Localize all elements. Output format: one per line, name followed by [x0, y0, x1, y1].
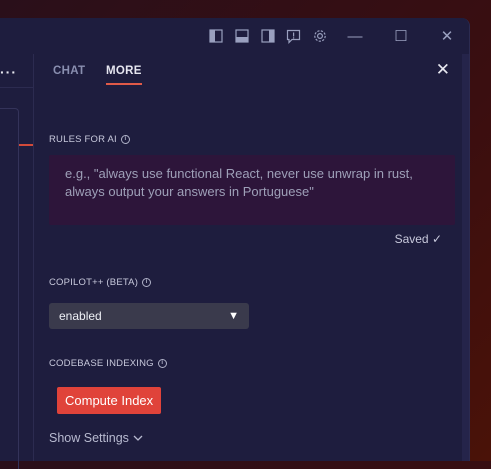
app-window: — ☐ ✕ ··· CHAT MORE ✕ RULES FOR AI i e.g… [0, 18, 470, 469]
info-icon[interactable]: i [120, 135, 130, 144]
minimize-button[interactable]: — [345, 18, 365, 54]
info-icon[interactable]: i [157, 359, 167, 368]
close-window-button[interactable]: ✕ [437, 18, 457, 54]
rules-label-text: RULES FOR AI [49, 134, 117, 145]
active-indicator [19, 144, 33, 146]
divider [0, 87, 33, 88]
copilot-label-text: COPILOT++ (BETA) [49, 277, 139, 288]
tab-more[interactable]: MORE [106, 65, 142, 85]
show-settings-toggle[interactable]: Show Settings [49, 431, 143, 445]
rules-input[interactable]: e.g., "always use functional React, neve… [49, 155, 455, 225]
title-bar: — ☐ ✕ [0, 18, 469, 54]
feedback-icon[interactable] [285, 18, 301, 54]
rules-label: RULES FOR AI i [49, 134, 130, 145]
triangle-down-icon: ▼ [228, 310, 239, 322]
saved-status: Saved ✓ [394, 232, 442, 246]
copilot-select-value: enabled [59, 309, 102, 323]
copilot-select[interactable]: enabled ▼ [49, 303, 249, 329]
left-pane: ··· [0, 54, 34, 469]
indexing-label: CODEBASE INDEXING i [49, 358, 167, 369]
more-panel: CHAT MORE ✕ RULES FOR AI i e.g., "always… [34, 54, 462, 461]
info-icon[interactable]: i [142, 278, 152, 287]
left-pane-frame [0, 108, 19, 469]
toggle-left-sidebar-icon[interactable] [208, 18, 224, 54]
show-settings-label: Show Settings [49, 431, 129, 445]
scrollbar[interactable] [462, 54, 469, 461]
toggle-right-sidebar-icon[interactable] [260, 18, 276, 54]
tab-chat[interactable]: CHAT [53, 65, 85, 77]
maximize-button[interactable]: ☐ [391, 18, 411, 54]
toggle-bottom-panel-icon[interactable] [234, 18, 250, 54]
indexing-label-text: CODEBASE INDEXING [49, 358, 154, 369]
chevron-down-icon [133, 435, 143, 441]
more-options-icon[interactable]: ··· [0, 64, 17, 80]
gear-icon[interactable] [311, 18, 329, 54]
close-panel-button[interactable]: ✕ [436, 60, 450, 80]
compute-index-button[interactable]: Compute Index [57, 387, 162, 414]
copilot-label: COPILOT++ (BETA) i [49, 277, 152, 288]
